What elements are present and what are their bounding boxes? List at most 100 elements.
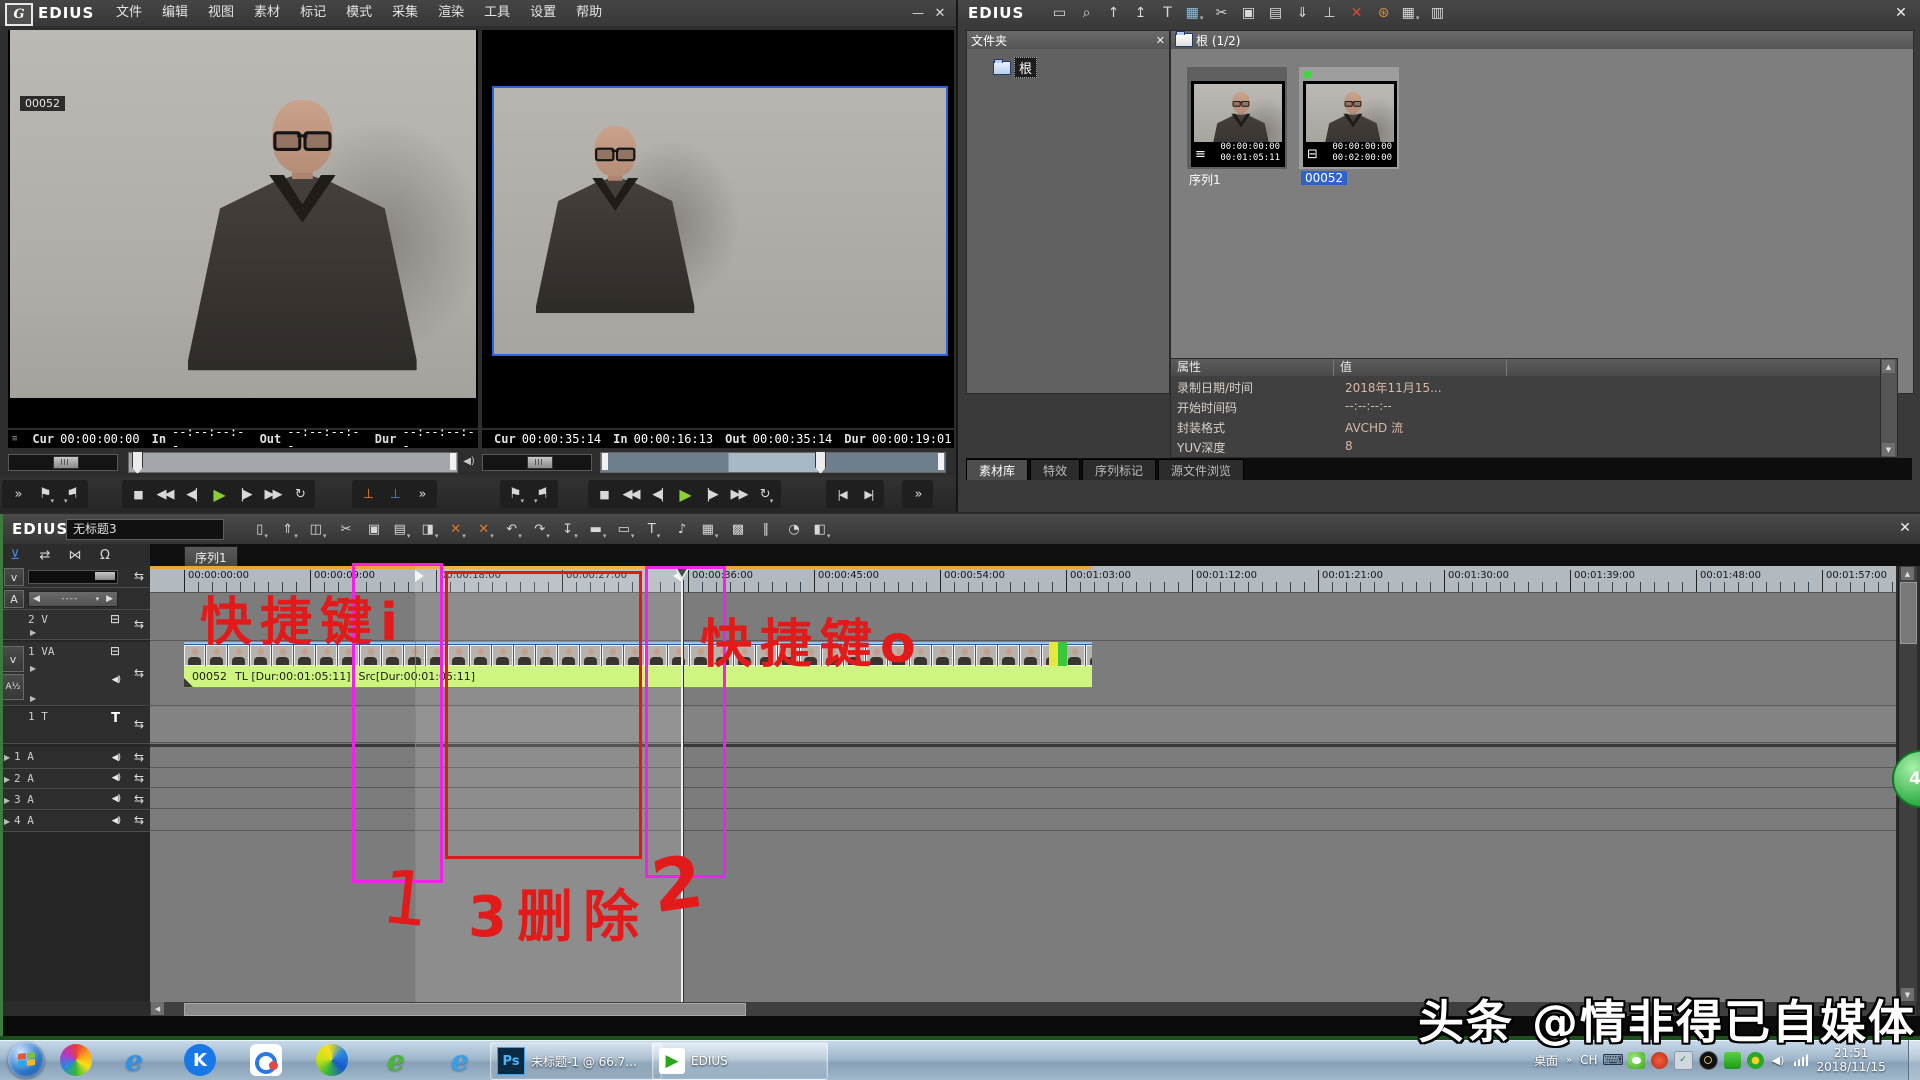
speaker-icon[interactable]: ◀) [112,675,120,685]
expand-icon[interactable]: ▶ [30,628,36,637]
clip-card[interactable]: 00:00:00:0000:01:05:11≡ [1187,67,1287,169]
paste-icon[interactable]: ▤▾ [390,518,414,542]
chevron-down-icon[interactable]: ▾ [294,532,298,542]
new-sequence-icon[interactable]: ▯▾ [250,518,274,542]
desktop-toolbar-label[interactable]: 桌面 [1534,1052,1558,1069]
taskbar-item-photoshop[interactable]: Ps未标题-1 @ 66.7... [490,1042,662,1080]
chevron-down-icon[interactable]: ▾ [715,532,719,542]
timecode-options-icon[interactable]: ≡ [12,434,17,444]
play-icon[interactable]: ▶ [671,481,698,507]
color-correction-icon[interactable]: ▦▾ [698,518,722,542]
track-header-2a[interactable]: ▶2 A◀)⇆ [0,769,150,789]
delete-icon[interactable]: ✕ [1343,2,1370,24]
menu-item-6[interactable]: 采集 [382,0,428,26]
source-volume-slider[interactable] [8,454,118,471]
track-height-slider[interactable] [28,570,118,584]
menu-item-8[interactable]: 工具 [474,0,520,26]
expand-icon[interactable]: ▶ [30,664,36,673]
chevron-down-icon[interactable]: ▾ [264,532,268,542]
audio-patch-dropdown[interactable]: ◀ ---- ▾ ▶ [28,591,118,607]
render-icon[interactable]: ◔ [782,518,806,542]
swap-icon[interactable]: ⇆ [134,666,144,680]
menu-item-0[interactable]: 文件 [106,0,152,26]
menu-item-9[interactable]: 设置 [520,0,566,26]
voice-over-icon[interactable]: ♪ [670,518,694,542]
scroll-up-icon[interactable]: ▲ [1882,360,1895,373]
property-row[interactable]: 封装格式AVCHD 流 [1171,417,1897,437]
tab-源文件浏览[interactable]: 源文件浏览 [1158,459,1244,480]
new-folder-icon[interactable]: ▭ [1046,2,1073,24]
more-controls-icon[interactable]: » [904,481,931,507]
audio-monitor-icon[interactable]: ◀) [457,452,481,471]
va-video-button[interactable]: v [2,646,24,672]
next-frame-icon[interactable]: |▶ [698,481,725,507]
color-bars-icon[interactable]: ▦▾ [1181,2,1208,24]
stop-icon[interactable]: ■ [124,481,151,507]
va-audio-button[interactable]: A½ [2,674,24,700]
volume-red-icon[interactable] [1651,1052,1668,1069]
close-button[interactable]: ✕ [1890,3,1912,23]
property-row[interactable]: YUV深度8 [1171,437,1897,457]
video-mute-button[interactable]: v [4,568,24,586]
expand-icon[interactable]: ▶ [4,753,10,762]
menu-item-5[interactable]: 模式 [336,0,382,26]
swap-icon[interactable]: ⇆ [134,771,144,785]
chevron-down-icon[interactable]: ▾ [490,532,494,542]
set-out-point-icon[interactable]: ⚑▾ [59,481,86,507]
chevron-down-icon[interactable]: ▾ [536,497,538,507]
tab-特效[interactable]: 特效 [1030,459,1080,480]
scroll-left-icon[interactable]: ◀ [151,1002,164,1015]
chevron-down-icon[interactable]: ▾ [323,532,327,542]
sequence-tab[interactable]: 序列1 [184,546,238,567]
slider-handle[interactable] [95,572,115,580]
add-cut-point-icon[interactable]: ↧▾ [558,518,582,542]
audio-mute-button[interactable]: A [4,590,24,608]
property-row[interactable]: 录制日期/时间2018年11月15... [1171,377,1897,397]
position-pin[interactable] [815,451,826,474]
chevron-down-icon[interactable]: ▾ [521,497,523,507]
scroll-up-icon[interactable]: ▲ [1901,567,1914,580]
chevron-down-icon[interactable]: ▾ [407,532,411,542]
move-up-folder-icon[interactable]: ↑ [1100,2,1127,24]
chevron-down-icon[interactable]: ▾ [657,532,661,542]
recorder-volume-slider[interactable] [482,454,592,471]
wechat-icon[interactable] [1628,1052,1645,1069]
export-project-icon[interactable]: ⇑▾ [278,518,302,542]
slider-handle[interactable] [527,456,553,469]
speaker-icon[interactable]: ◀) [112,794,120,804]
go-to-out-point-icon[interactable]: ▶| [855,481,882,507]
track-header-1va[interactable]: v A½ 1 VA ⊟ ▶ ◀) ▶ ⇆ [0,642,150,706]
slider-handle[interactable] [53,456,79,469]
remove-gap-icon[interactable]: ▬▾ [586,518,610,542]
menu-item-4[interactable]: 标记 [290,0,336,26]
chevron-down-icon[interactable]: ▾ [770,497,772,507]
delete-in-out-icon[interactable]: ✕▾ [474,518,498,542]
add-marker-icon[interactable]: ⊥ [354,481,381,507]
property-row[interactable]: 开始时间码--:--:--:-- [1171,397,1897,417]
chevron-down-icon[interactable]: ▾ [435,532,439,542]
loop-playback-icon[interactable]: ↻ [286,481,313,507]
internet-explorer-icon[interactable]: e [118,1044,150,1076]
left-arrow-icon[interactable]: ◀ [33,594,40,604]
tree-item-root[interactable]: 根 [993,57,1037,78]
chevron-down-icon[interactable]: ▾ [518,532,522,542]
menu-item-2[interactable]: 视图 [198,0,244,26]
track-header-1a[interactable]: ▶1 A◀)⇆ [0,747,150,769]
chevron-down-icon[interactable]: ▾ [631,532,635,542]
capture-box-icon[interactable]: ▥ [1424,2,1451,24]
blue-browser-icon[interactable]: e [444,1044,476,1076]
recorder-position-slider[interactable] [600,452,946,473]
position-pin[interactable] [132,451,143,474]
start-button[interactable] [8,1042,44,1078]
swap-icon[interactable]: ⇆ [134,717,144,731]
speaker-icon[interactable]: ◀) [112,816,120,826]
view-mode-icon[interactable]: ▦▾ [1397,2,1424,24]
tab-素材库[interactable]: 素材库 [966,459,1028,480]
expand-icon[interactable]: ▶ [30,694,36,703]
ripple-sync-icon[interactable]: ⋈ [60,545,90,565]
grid-view-icon[interactable]: ▩ [726,518,750,542]
swap-icon[interactable]: ⇆ [134,617,144,631]
swap-icon[interactable]: ⇆ [134,813,144,827]
clip-name[interactable]: 序列1 [1189,171,1221,188]
chevron-down-icon[interactable]: ▾ [66,497,68,507]
